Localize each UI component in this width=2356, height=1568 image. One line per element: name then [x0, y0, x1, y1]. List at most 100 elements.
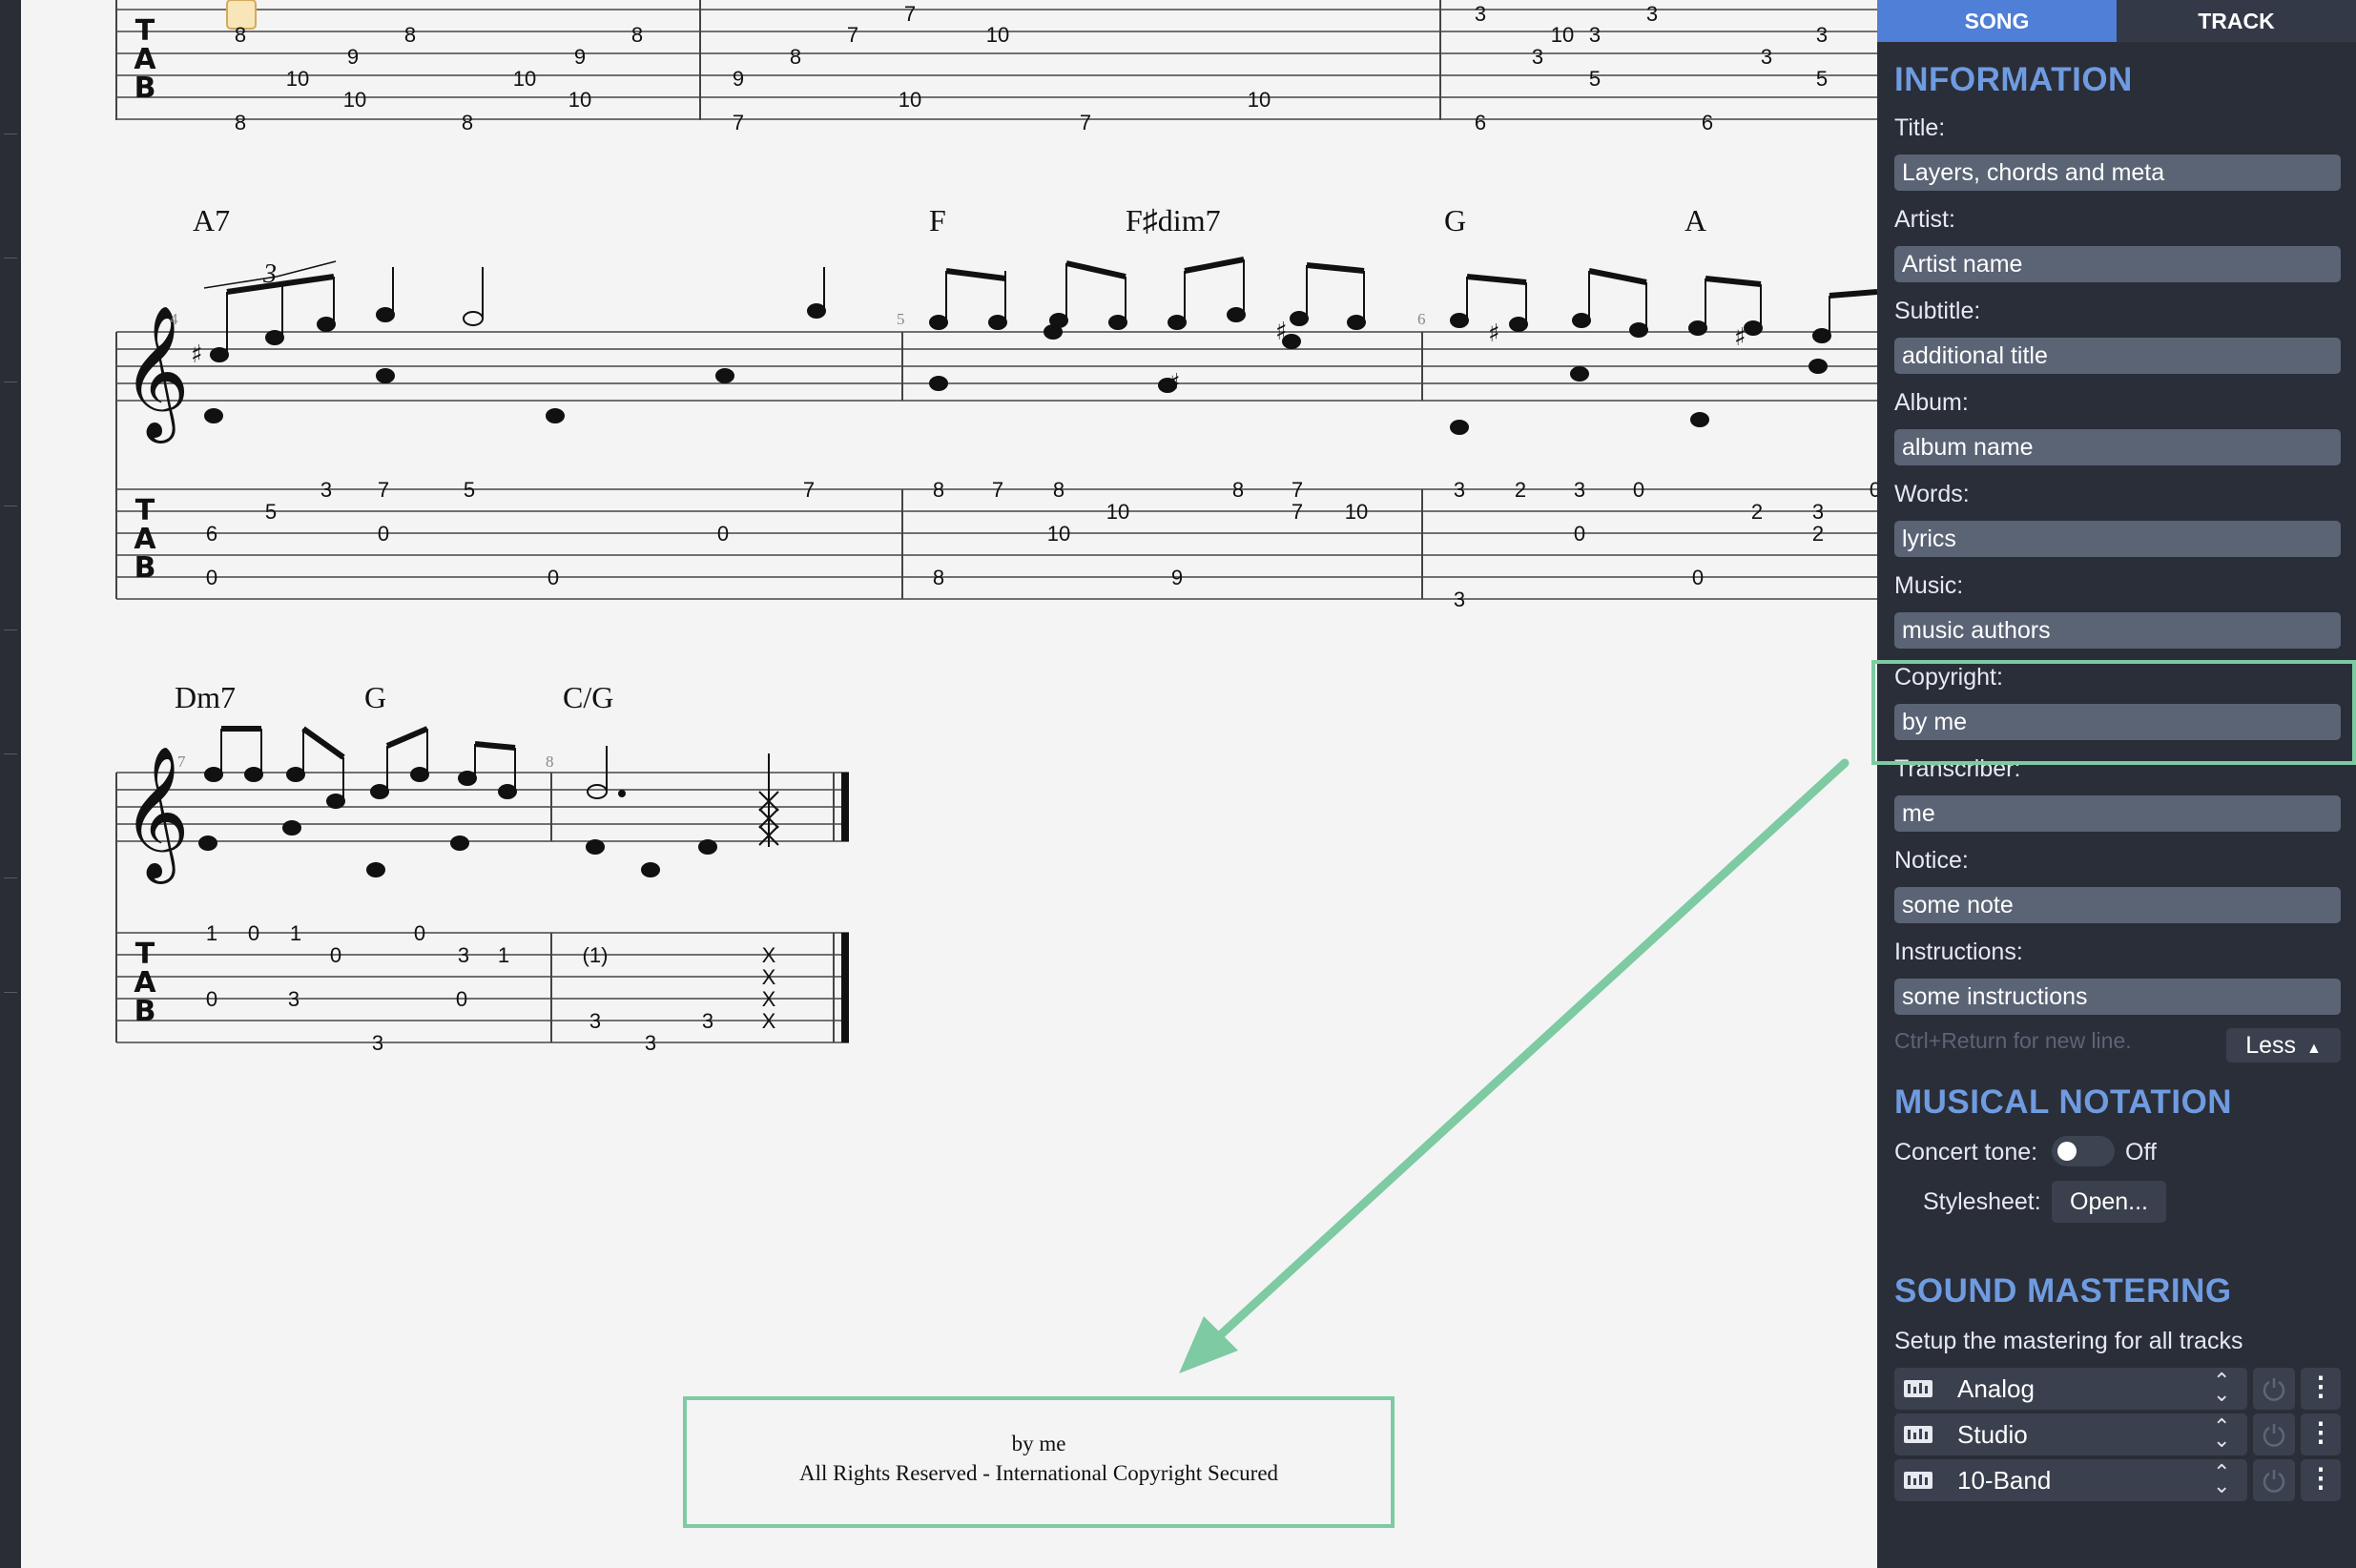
power-button[interactable]	[2253, 1459, 2295, 1501]
more-menu-button[interactable]: ⋮	[2301, 1459, 2341, 1501]
title-field[interactable]: Layers, chords and meta	[1894, 155, 2341, 191]
chord-symbol: A	[1684, 203, 1706, 237]
svg-text:𝄞: 𝄞	[122, 305, 190, 444]
svg-text:5: 5	[1816, 67, 1828, 91]
chord-symbol: F	[929, 203, 946, 237]
svg-text:6: 6	[1475, 111, 1486, 134]
svg-text:B: B	[134, 551, 156, 585]
svg-text:3: 3	[372, 1031, 383, 1055]
words-field[interactable]: lyrics	[1894, 521, 2341, 557]
svg-text:X: X	[762, 987, 776, 1011]
footer-rights-line: All Rights Reserved - International Copy…	[798, 1461, 1279, 1485]
notation-canvas[interactable]: TAB TAB TAB 𝄞 𝄞 ♯♯♯ ♯ ♯ 3 4 5 6 7 8 A7 F…	[21, 0, 1877, 1568]
transcriber-label: Transcriber:	[1894, 755, 2021, 782]
more-menu-button[interactable]: ⋮	[2301, 1413, 2341, 1455]
svg-text:8: 8	[462, 111, 473, 134]
chevron-updown-icon: ⌃ ⌄	[2213, 1460, 2231, 1497]
svg-text:7: 7	[733, 111, 744, 134]
svg-text:0: 0	[414, 921, 425, 945]
svg-text:3: 3	[1475, 2, 1486, 26]
svg-text:8: 8	[933, 478, 944, 502]
svg-text:7: 7	[992, 478, 1003, 502]
svg-text:7: 7	[378, 478, 389, 502]
notice-field[interactable]: some note	[1894, 887, 2341, 923]
score-page[interactable]: TAB TAB TAB 𝄞 𝄞 ♯ ♯ ♯ ♯ ♯ 3 4 5 6 7 8 A7…	[21, 0, 1877, 1568]
music-field[interactable]: music authors	[1894, 612, 2341, 649]
less-button-label: Less	[2245, 1032, 2296, 1059]
svg-text:6: 6	[206, 522, 217, 546]
chord-symbol: A7	[193, 203, 230, 237]
svg-text:10: 10	[1551, 23, 1574, 47]
svg-text:(1): (1)	[583, 943, 609, 967]
svg-text:4: 4	[170, 310, 178, 328]
svg-text:9: 9	[574, 45, 586, 69]
svg-text:8: 8	[404, 23, 416, 47]
svg-text:1: 1	[290, 921, 301, 945]
mastering-preset-row: Studio ⌃ ⌄ ⋮	[1894, 1413, 2341, 1455]
power-button[interactable]	[2253, 1368, 2295, 1410]
svg-text:3: 3	[262, 259, 277, 289]
copyright-field[interactable]: by me	[1894, 704, 2341, 740]
svg-text:B: B	[134, 72, 156, 105]
svg-text:0: 0	[1692, 566, 1704, 589]
svg-text:7: 7	[1292, 500, 1303, 524]
words-label: Words:	[1894, 481, 1970, 507]
svg-text:10: 10	[1345, 500, 1368, 524]
power-button[interactable]	[2253, 1413, 2295, 1455]
instructions-label: Instructions:	[1894, 939, 2023, 965]
svg-text:10: 10	[1047, 522, 1070, 546]
tab-song[interactable]: SONG	[1877, 0, 2117, 42]
transcriber-field[interactable]: me	[1894, 795, 2341, 832]
mastering-preset-row: 10-Band ⌃ ⌄ ⋮	[1894, 1459, 2341, 1501]
svg-text:8: 8	[235, 23, 246, 47]
preset-select[interactable]: 10-Band ⌃ ⌄	[1894, 1459, 2247, 1501]
svg-text:3: 3	[288, 987, 300, 1011]
svg-text:♯: ♯	[1734, 323, 1746, 352]
svg-text:3: 3	[1761, 45, 1772, 69]
chord-symbol: F♯dim7	[1126, 203, 1221, 237]
copyright-label: Copyright:	[1894, 664, 2003, 691]
tab-track[interactable]: TRACK	[2117, 0, 2356, 42]
chevron-updown-icon: ⌃ ⌄	[2213, 1414, 2231, 1452]
song-properties-panel: SONG TRACK INFORMATION Title: Layers, ch…	[1877, 0, 2356, 1568]
sound-mastering-heading: SOUND MASTERING	[1894, 1272, 2232, 1310]
subtitle-field[interactable]: additional title	[1894, 338, 2341, 374]
artist-label: Artist:	[1894, 206, 1955, 233]
svg-text:9: 9	[1171, 566, 1183, 589]
album-field[interactable]: album name	[1894, 429, 2341, 465]
album-label: Album:	[1894, 389, 1969, 416]
svg-text:0: 0	[456, 987, 467, 1011]
svg-text:2: 2	[1751, 500, 1763, 524]
svg-text:3: 3	[645, 1031, 656, 1055]
svg-text:5: 5	[897, 310, 905, 328]
chord-symbol: G	[364, 680, 386, 714]
artist-field[interactable]: Artist name	[1894, 246, 2341, 282]
notice-label: Notice:	[1894, 847, 1969, 874]
footer-copyright-line: by me	[1011, 1432, 1066, 1455]
svg-text:9: 9	[733, 67, 744, 91]
preset-select[interactable]: Analog ⌃ ⌄	[1894, 1368, 2247, 1410]
less-button[interactable]: Less ▲	[2226, 1028, 2341, 1063]
svg-text:7: 7	[177, 753, 186, 771]
svg-text:0: 0	[206, 566, 217, 589]
svg-text:5: 5	[464, 478, 475, 502]
toggle-knob	[2057, 1142, 2077, 1161]
svg-text:7: 7	[1292, 478, 1303, 502]
svg-text:8: 8	[631, 23, 643, 47]
concert-tone-toggle[interactable]	[2052, 1136, 2115, 1166]
svg-text:♯: ♯	[1168, 369, 1181, 398]
more-menu-button[interactable]: ⋮	[2301, 1368, 2341, 1410]
preset-select[interactable]: Studio ⌃ ⌄	[1894, 1413, 2247, 1455]
svg-text:10: 10	[568, 88, 591, 112]
svg-text:8: 8	[235, 111, 246, 134]
chord-symbol: G	[1444, 203, 1466, 237]
left-gutter	[0, 0, 21, 1568]
stylesheet-label: Stylesheet:	[1923, 1188, 2041, 1215]
stylesheet-open-button[interactable]: Open...	[2052, 1181, 2166, 1223]
svg-text:0: 0	[206, 987, 217, 1011]
power-icon	[2263, 1470, 2285, 1493]
chevron-updown-icon: ⌃ ⌄	[2213, 1369, 2231, 1406]
instructions-field[interactable]: some instructions	[1894, 979, 2341, 1015]
svg-text:♯: ♯	[1488, 320, 1500, 348]
svg-text:2: 2	[1812, 522, 1824, 546]
